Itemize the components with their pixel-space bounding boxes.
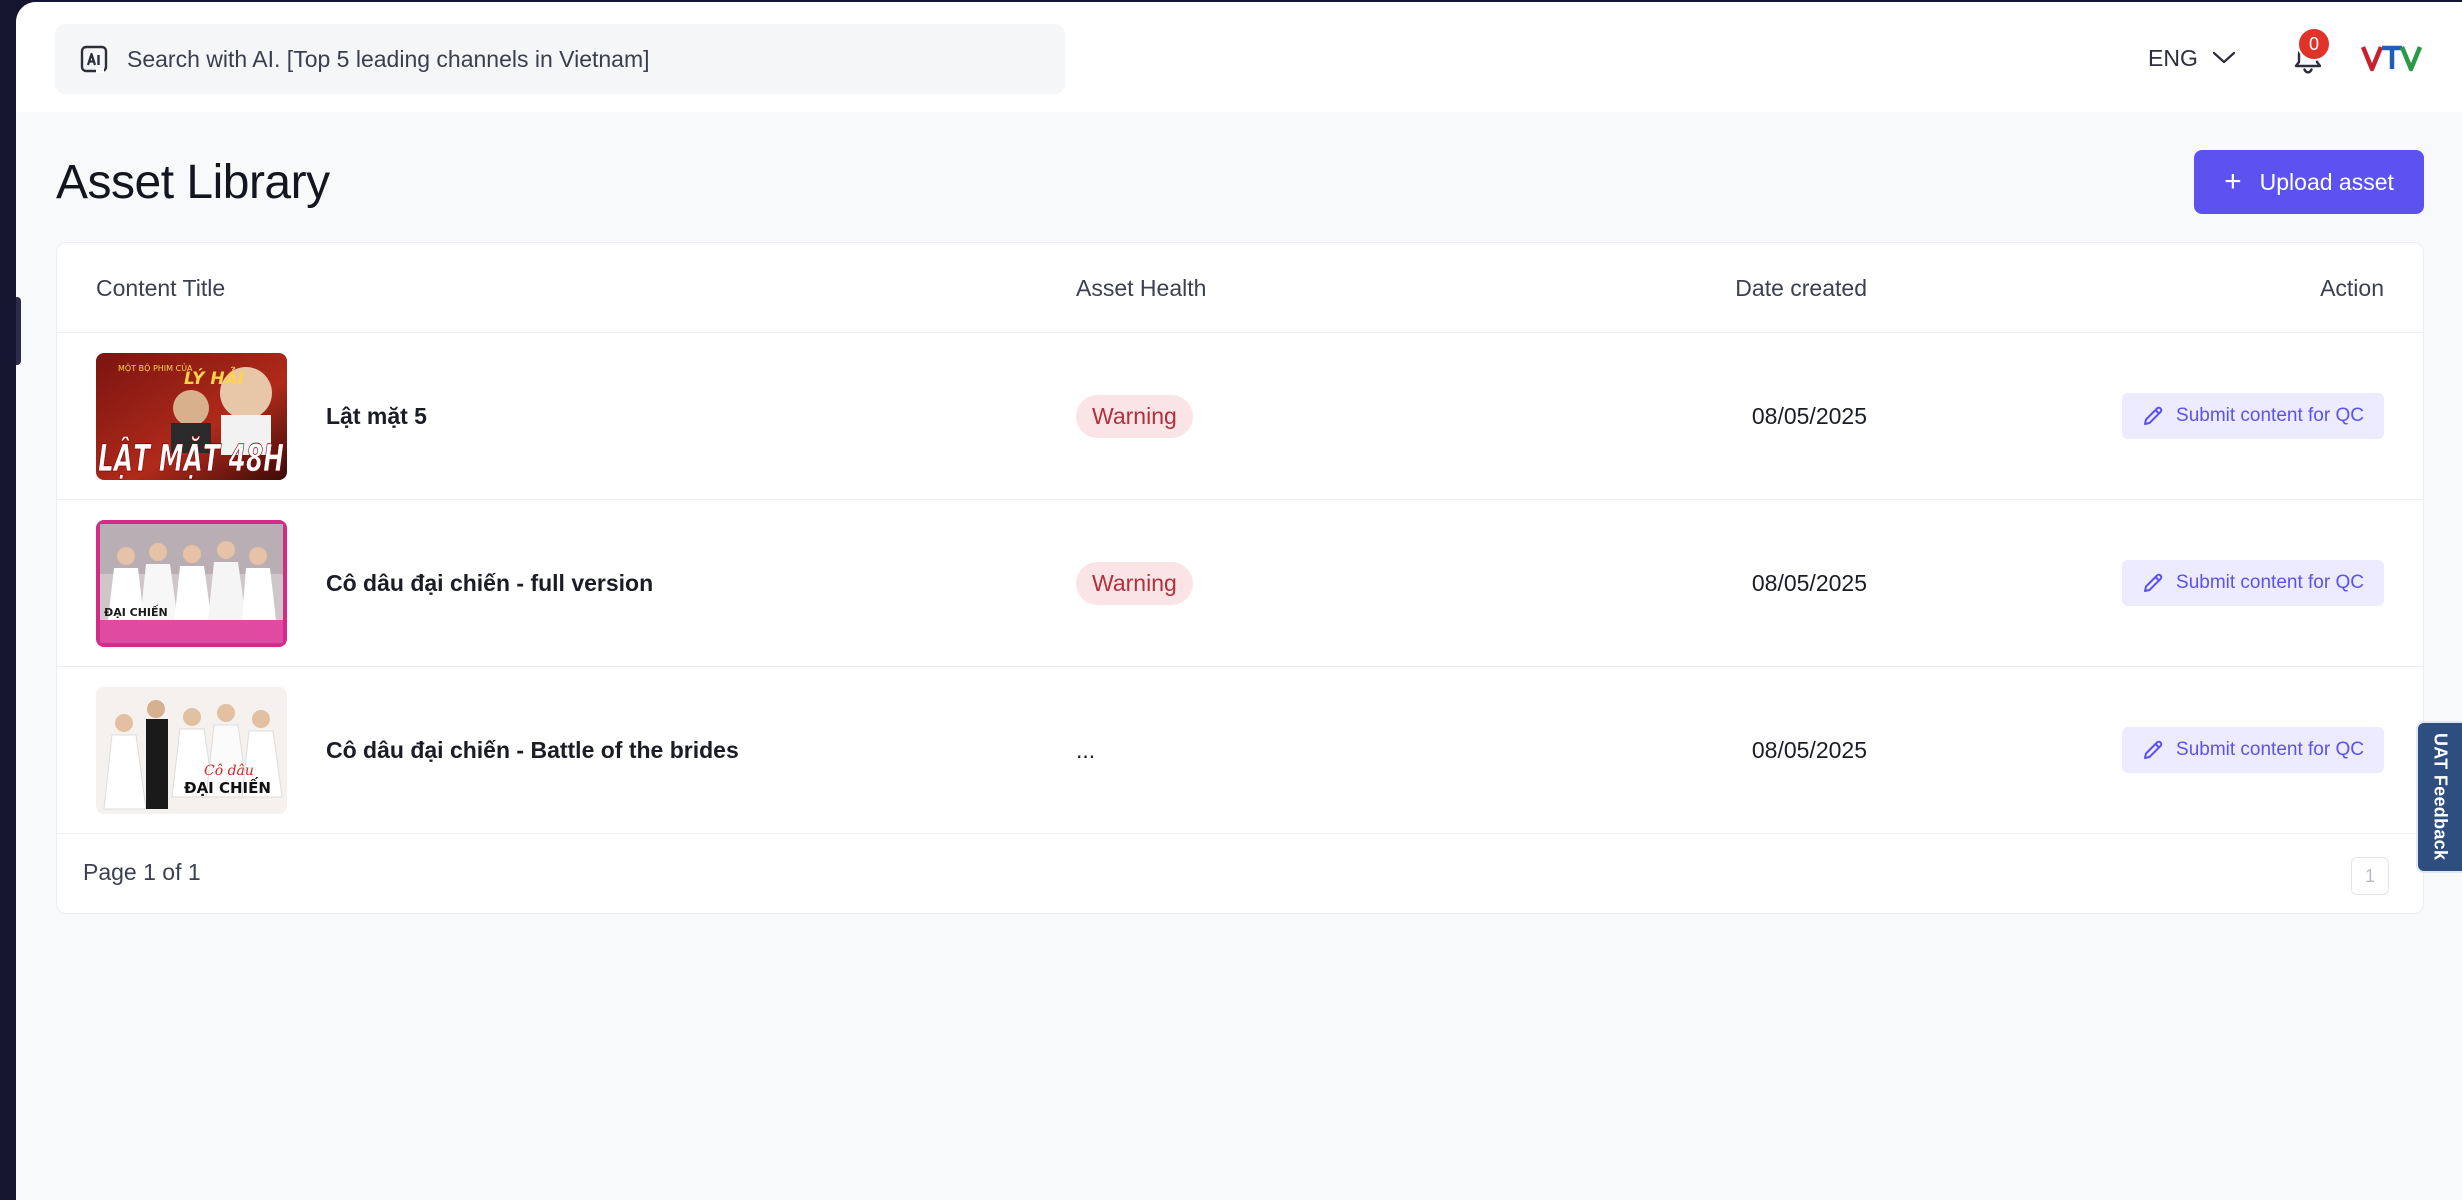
thumbnail-text-top: LÝ HẢI <box>184 366 244 389</box>
asset-thumbnail[interactable]: Cô dâu ĐẠI CHIẾN <box>96 687 287 814</box>
app-window: ENG 0 Asset Library + Upload asset Co <box>16 2 2462 1200</box>
asset-thumbnail[interactable]: ĐẠI CHIẾN <box>96 520 287 647</box>
submit-for-qc-button[interactable]: Submit content for QC <box>2122 560 2384 606</box>
table-header: Content Title Asset Health Date created … <box>57 243 2423 333</box>
ai-search-icon <box>79 44 109 74</box>
page-title: Asset Library <box>56 156 330 209</box>
sidebar-collapsed-edge[interactable] <box>16 297 21 365</box>
column-header-content-title[interactable]: Content Title <box>96 275 225 302</box>
top-header: ENG 0 <box>16 2 2462 112</box>
submit-for-qc-label: Submit content for QC <box>2176 739 2364 760</box>
pencil-icon <box>2142 739 2164 761</box>
submit-for-qc-label: Submit content for QC <box>2176 572 2364 593</box>
language-label: ENG <box>2148 44 2198 71</box>
column-header-action: Action <box>2320 275 2384 301</box>
upload-asset-button[interactable]: + Upload asset <box>2194 150 2424 214</box>
warning-badge: Warning <box>1076 395 1193 438</box>
submit-for-qc-button[interactable]: Submit content for QC <box>2122 393 2384 439</box>
table-pagination: Page 1 of 1 1 <box>57 835 2423 915</box>
date-created: 08/05/2025 <box>1751 570 1867 596</box>
content-title[interactable]: Cô dâu đại chiến - full version <box>326 500 653 667</box>
upload-asset-label: Upload asset <box>2259 168 2394 195</box>
submit-for-qc-button[interactable]: Submit content for QC <box>2122 727 2384 773</box>
asset-table: Content Title Asset Health Date created … <box>56 242 2424 914</box>
date-created: 08/05/2025 <box>1751 403 1867 429</box>
content-title[interactable]: Lật mặt 5 <box>326 333 427 500</box>
language-selector[interactable]: ENG <box>2148 36 2236 80</box>
table-row[interactable]: ĐẠI CHIẾN Cô dâu đại chiến - full versio… <box>57 500 2423 667</box>
page-button-1[interactable]: 1 <box>2351 857 2389 895</box>
uat-feedback-label: UAT Feedback <box>2430 733 2451 861</box>
thumbnail-text-main: ĐẠI CHIẾN <box>184 776 271 797</box>
thumbnail-text-main: LẬT MẶT 48H <box>98 436 284 480</box>
table-row[interactable]: Cô dâu ĐẠI CHIẾN Cô dâu đại chiến - Batt… <box>57 667 2423 834</box>
pencil-icon <box>2142 572 2164 594</box>
asset-health-cell: Warning <box>1076 333 1193 500</box>
page-info: Page 1 of 1 <box>83 859 201 885</box>
plus-icon: + <box>2224 165 2242 198</box>
search-input[interactable] <box>127 45 1027 73</box>
column-header-asset-health[interactable]: Asset Health <box>1076 275 1206 302</box>
svg-text:MỘT BỘ PHIM CỦA: MỘT BỘ PHIM CỦA <box>118 362 193 373</box>
chevron-down-icon <box>2212 51 2236 65</box>
asset-health-cell: Warning <box>1076 500 1193 667</box>
column-header-date-created[interactable]: Date created <box>1735 275 1867 302</box>
vtv-logo[interactable] <box>2361 40 2431 76</box>
content-title[interactable]: Cô dâu đại chiến - Battle of the brides <box>326 667 739 834</box>
ai-search-bar[interactable] <box>55 24 1065 94</box>
uat-feedback-tab[interactable]: UAT Feedback <box>2416 721 2462 873</box>
asset-health-cell: ... <box>1076 737 1096 763</box>
thumbnail-text-main: ĐẠI CHIẾN <box>104 604 168 619</box>
warning-badge: Warning <box>1076 562 1193 605</box>
date-created: 08/05/2025 <box>1751 737 1867 763</box>
table-row[interactable]: MỘT BỘ PHIM CỦA LÝ HẢI LẬT MẶT 48H Lật m… <box>57 333 2423 500</box>
thumbnail-text-top: Cô dâu <box>204 763 254 779</box>
asset-thumbnail[interactable]: MỘT BỘ PHIM CỦA LÝ HẢI LẬT MẶT 48H <box>96 353 287 480</box>
notification-count-badge: 0 <box>2297 27 2331 61</box>
submit-for-qc-label: Submit content for QC <box>2176 405 2364 426</box>
pencil-icon <box>2142 405 2164 427</box>
